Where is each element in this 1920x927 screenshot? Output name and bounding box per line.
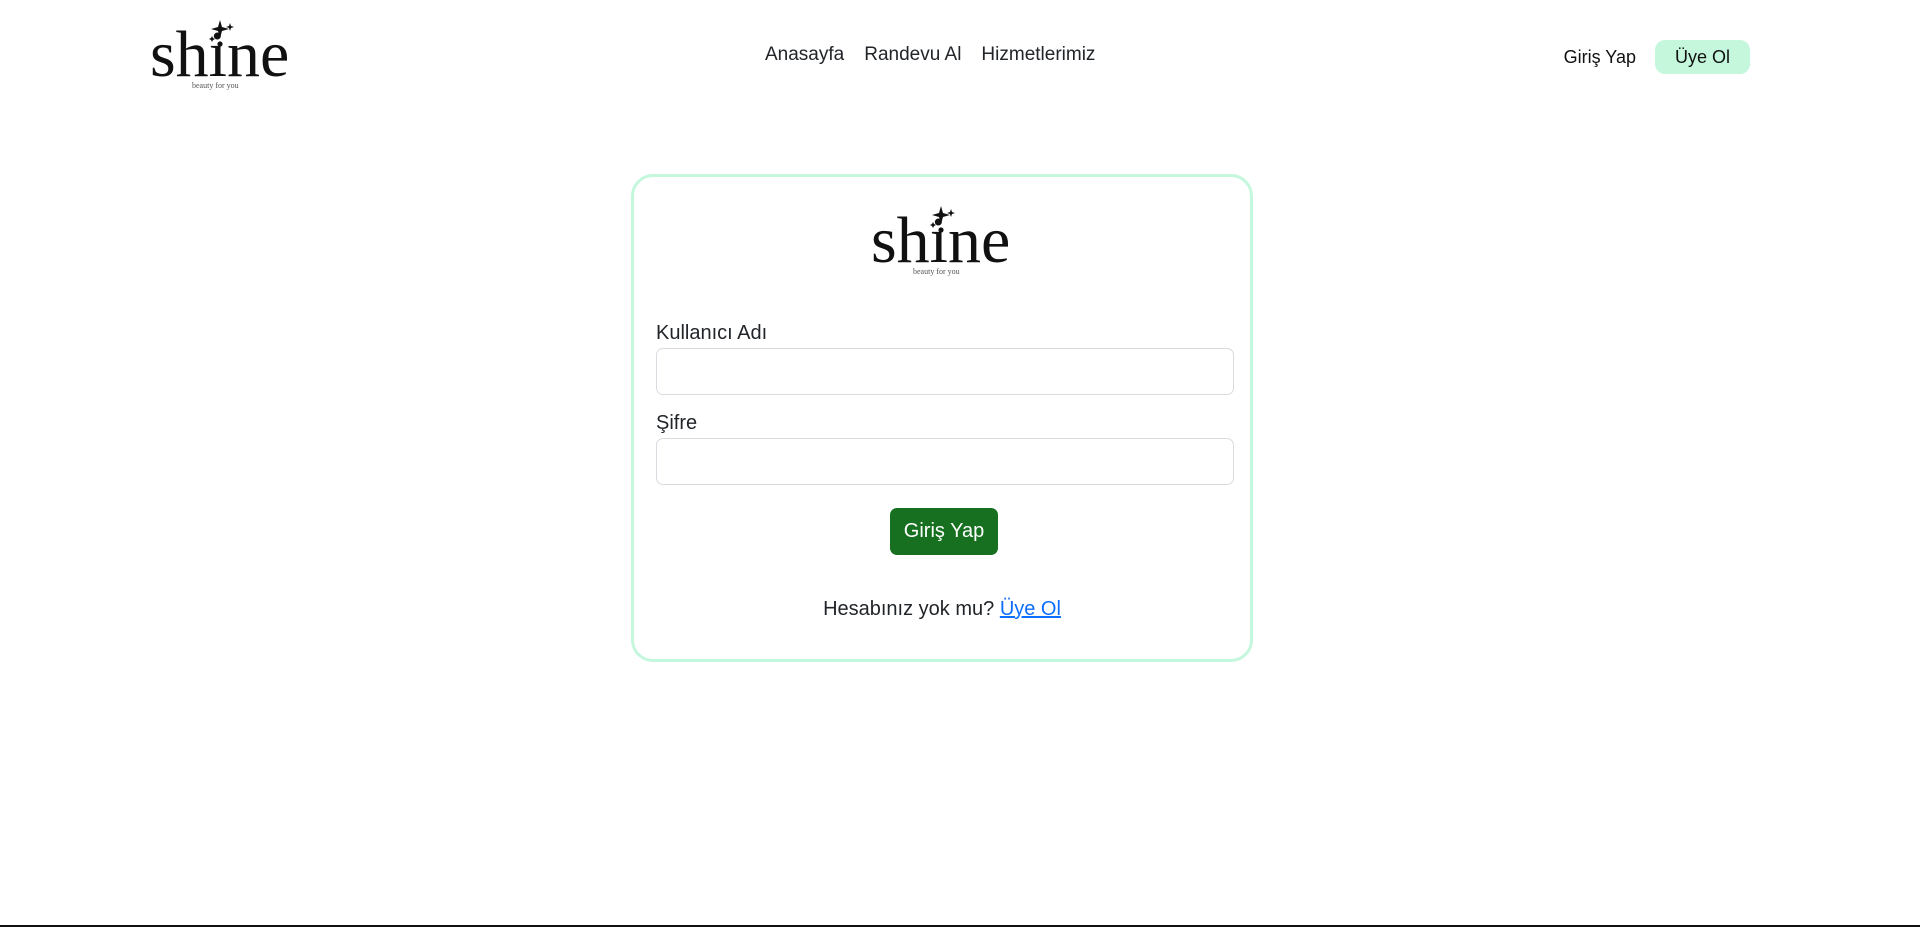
shine-logo-icon: shine beauty for you	[150, 18, 289, 91]
header-signup-button[interactable]: Üye Ol	[1654, 40, 1750, 74]
logo-tagline: beauty for you	[913, 267, 960, 276]
username-label: Kullanıcı Adı	[656, 322, 768, 344]
signup-link[interactable]: Üye Ol	[1000, 598, 1061, 620]
login-submit-button[interactable]: Giriş Yap	[890, 508, 998, 555]
login-page: shine beauty for you Anasayfa Randevu Al…	[0, 0, 1920, 927]
signup-prompt: Hesabınız yok mu? Üye Ol	[634, 598, 1250, 621]
password-label: Şifre	[656, 412, 698, 434]
card-logo: shine beauty for you	[871, 204, 1023, 278]
no-account-text: Hesabınız yok mu?	[823, 598, 1000, 620]
logo-tagline: beauty for you	[192, 81, 239, 90]
shine-logo-icon: shine beauty for you	[871, 204, 1010, 277]
header-logo[interactable]: shine beauty for you	[150, 18, 302, 92]
login-card: shine beauty for you Kullanıcı Adı Şifre…	[631, 174, 1253, 662]
password-input[interactable]	[656, 438, 1234, 485]
site-header: shine beauty for you Anasayfa Randevu Al…	[0, 0, 1920, 110]
nav-item-randevu-al[interactable]: Randevu Al	[864, 44, 961, 66]
nav-item-hizmetlerimiz[interactable]: Hizmetlerimiz	[981, 44, 1095, 66]
nav-item-anasayfa[interactable]: Anasayfa	[765, 44, 844, 66]
username-input[interactable]	[656, 348, 1234, 395]
header-login-link[interactable]: Giriş Yap	[1564, 47, 1636, 68]
main-nav: Anasayfa Randevu Al Hizmetlerimiz	[765, 44, 1095, 66]
auth-links: Giriş Yap Üye Ol	[1564, 40, 1750, 74]
